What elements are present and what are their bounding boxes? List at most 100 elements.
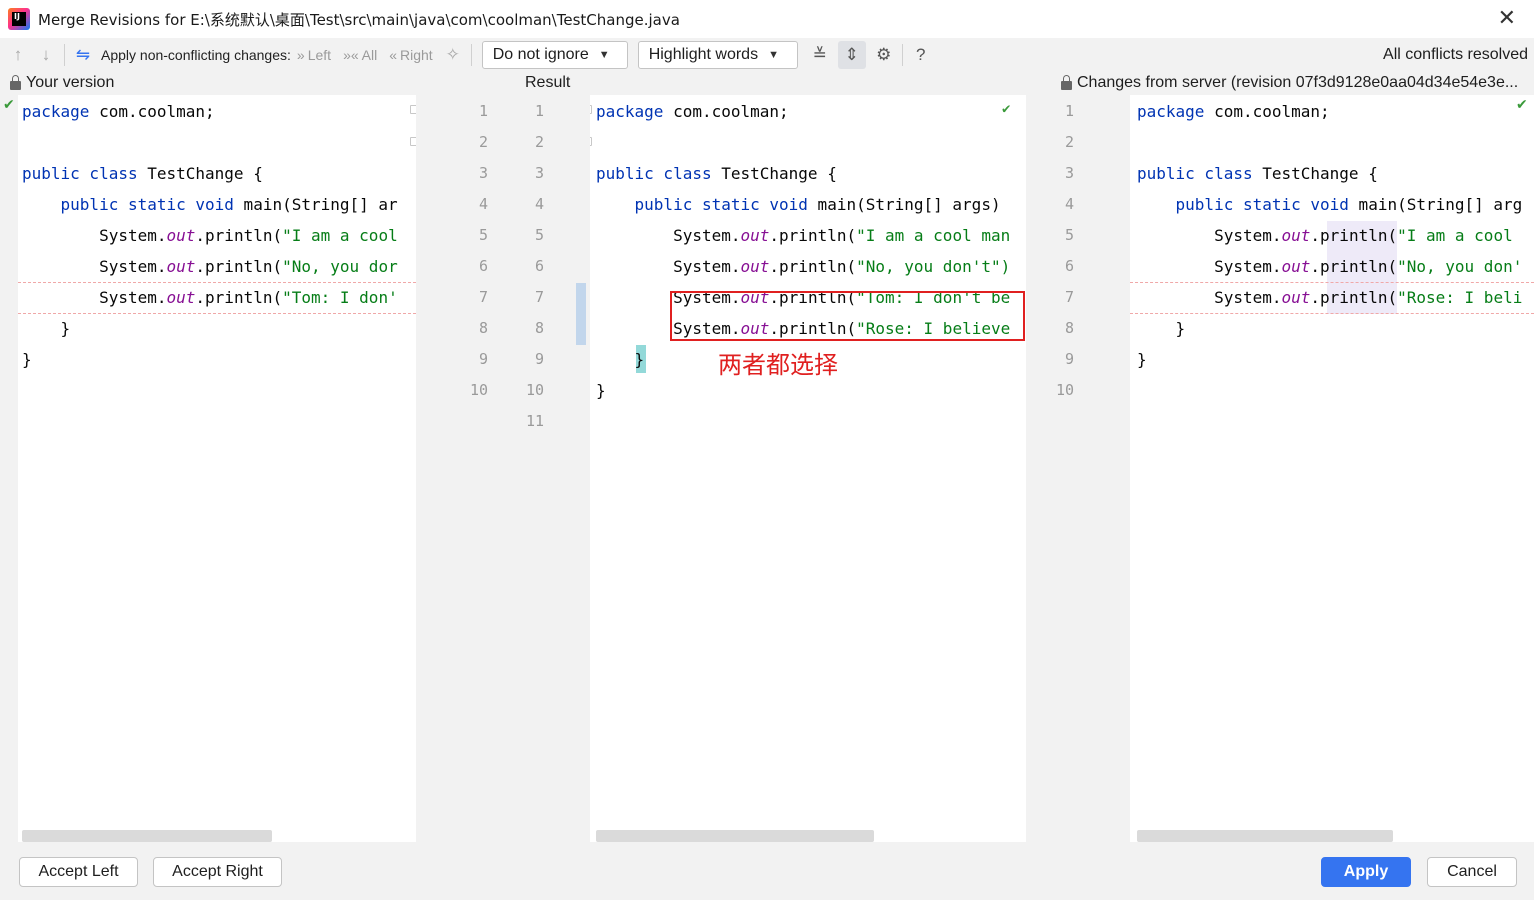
keyword-token: public static void [22, 195, 234, 214]
keyword-token: public class [22, 164, 138, 183]
code-token: .println("I am a cool [1310, 226, 1512, 245]
magic-wand-icon[interactable]: ✧ [439, 41, 467, 69]
code-line: System.out.println("I am a cool [1137, 220, 1513, 251]
apply-left-button[interactable]: » Left [297, 47, 331, 63]
line-number: 9 [534, 350, 544, 368]
apply-all-button[interactable]: »« All [343, 47, 377, 63]
result-editor[interactable]: package com.coolman; public class TestCha… [590, 95, 1026, 842]
field-token: out [166, 288, 196, 307]
apply-changes-icon[interactable]: ⇋ [69, 41, 97, 69]
code-token: System. [22, 226, 167, 245]
code-token: System. [596, 257, 741, 276]
line-number: 6 [534, 257, 544, 275]
conflict-line [1130, 282, 1534, 283]
code-line: } [1137, 313, 1186, 344]
cancel-button[interactable]: Cancel [1427, 857, 1517, 887]
keyword-token: public static void [596, 195, 808, 214]
center-panel-title: Result [525, 74, 571, 91]
code-token: } [22, 319, 71, 338]
left-editor[interactable]: package com.coolman; public class TestCha… [18, 95, 416, 842]
highlight-dropdown[interactable]: Highlight words ▼ [637, 41, 798, 69]
code-line: } [1137, 344, 1147, 375]
horizontal-scrollbar[interactable] [1137, 830, 1393, 842]
horizontal-scrollbar[interactable] [22, 830, 272, 842]
code-token: .println("Rose: I beli [1310, 288, 1522, 307]
checkmark-icon: ✔ [1002, 101, 1011, 117]
keyword-token: public static void [1137, 195, 1349, 214]
code-line: package com.coolman; [1137, 96, 1330, 127]
code-token: System. [1137, 257, 1282, 276]
apply-non-conflicting-label: Apply non-conflicting changes: [101, 47, 291, 63]
code-token: .println("No, you don't") [769, 257, 1010, 276]
annotation-text: 两者都选择 [718, 351, 838, 379]
lock-icon [1061, 74, 1072, 90]
line-number: 4 [534, 195, 544, 213]
fold-marker-icon[interactable] [590, 137, 592, 146]
line-number: 5 [478, 226, 488, 244]
title-bar: IJ Merge Revisions for E:\系统默认\桌面\Test\s… [0, 0, 1534, 38]
line-number: 1 [1064, 102, 1074, 120]
line-number: 11 [525, 412, 544, 430]
code-token: .println("I am a cool man [769, 226, 1010, 245]
code-line: public static void main(String[] args) [596, 189, 1001, 220]
string-token: "No, you dor [282, 257, 398, 276]
code-line: public class TestChange { [1137, 158, 1378, 189]
left-center-gutter: 1 2 3 4 5 6 7 8 9 10 1 2 3 4 5 6 7 8 9 10 11 [416, 95, 590, 842]
help-icon[interactable]: ? [907, 41, 935, 69]
keyword-token: package [22, 102, 90, 121]
apply-right-label: Right [400, 47, 433, 63]
code-token: } [596, 350, 645, 369]
code-token: .println( [769, 226, 857, 245]
field-token: out [1281, 257, 1311, 276]
code-line: System.out.println("Tom: I don' [22, 282, 398, 313]
ignore-whitespace-dropdown[interactable]: Do not ignore ▼ [481, 41, 628, 69]
code-line: public class TestChange { [22, 158, 263, 189]
settings-icon[interactable]: ⚙ [870, 41, 898, 69]
code-token: com.coolman; [663, 102, 789, 121]
arrow-up-icon[interactable]: ↑ [4, 41, 32, 69]
code-token: .println("I am a cool [195, 226, 397, 245]
double-chevron-right-icon: » [296, 47, 305, 63]
string-token: "I am a cool man [856, 226, 1011, 245]
code-token: main(String[] args) [807, 195, 1001, 214]
left-panel-title: Your version [26, 74, 115, 91]
accept-right-button[interactable]: Accept Right [153, 857, 282, 887]
sync-scroll-icon[interactable]: ⇕ [837, 41, 866, 69]
close-icon[interactable]: ✕ [1498, 6, 1516, 31]
code-token: .println( [1310, 226, 1398, 245]
right-editor[interactable]: package com.coolman; public class TestCha… [1130, 95, 1534, 842]
line-number: 5 [1064, 226, 1074, 244]
arrow-down-icon[interactable]: ↓ [32, 41, 60, 69]
code-token: .println( [1310, 257, 1398, 276]
code-token: com.coolman; [89, 102, 215, 121]
code-line: } [596, 344, 645, 375]
window-title: Merge Revisions for E:\系统默认\桌面\Test\src\… [38, 10, 680, 29]
code-token: .println( [195, 226, 283, 245]
right-panel-header: Changes from server (revision 07f3d9128e… [1061, 72, 1518, 94]
checkmark-icon: ✔ [1516, 97, 1528, 113]
conflict-line [1130, 313, 1534, 314]
code-line: System.out.println("No, you don't") [596, 251, 1010, 282]
apply-right-button[interactable]: «Right [389, 47, 432, 63]
divider [901, 44, 903, 66]
code-line: package com.coolman; [22, 96, 215, 127]
code-token: TestChange { [137, 164, 263, 183]
accept-left-button[interactable]: Accept Left [19, 857, 138, 887]
code-line: package com.coolman; [596, 96, 789, 127]
collapse-unchanged-icon[interactable]: ≚ [806, 41, 834, 69]
horizontal-scrollbar[interactable] [596, 830, 874, 842]
apply-button[interactable]: Apply [1321, 857, 1411, 887]
apply-left-label: Left [307, 47, 332, 63]
keyword-token: public class [596, 164, 712, 183]
conflict-status: All conflicts resolved [1383, 46, 1528, 63]
code-token: .println( [769, 257, 857, 276]
code-token: } [1137, 350, 1147, 369]
fold-marker-icon[interactable] [590, 105, 592, 114]
line-number: 8 [478, 319, 488, 337]
string-token: "I am a cool [1397, 226, 1513, 245]
ignore-combo-value: Do not ignore [492, 46, 589, 63]
divider [64, 44, 65, 66]
line-number: 7 [534, 288, 544, 306]
line-number: 8 [534, 319, 544, 337]
chevron-down-icon: ▼ [768, 49, 779, 61]
